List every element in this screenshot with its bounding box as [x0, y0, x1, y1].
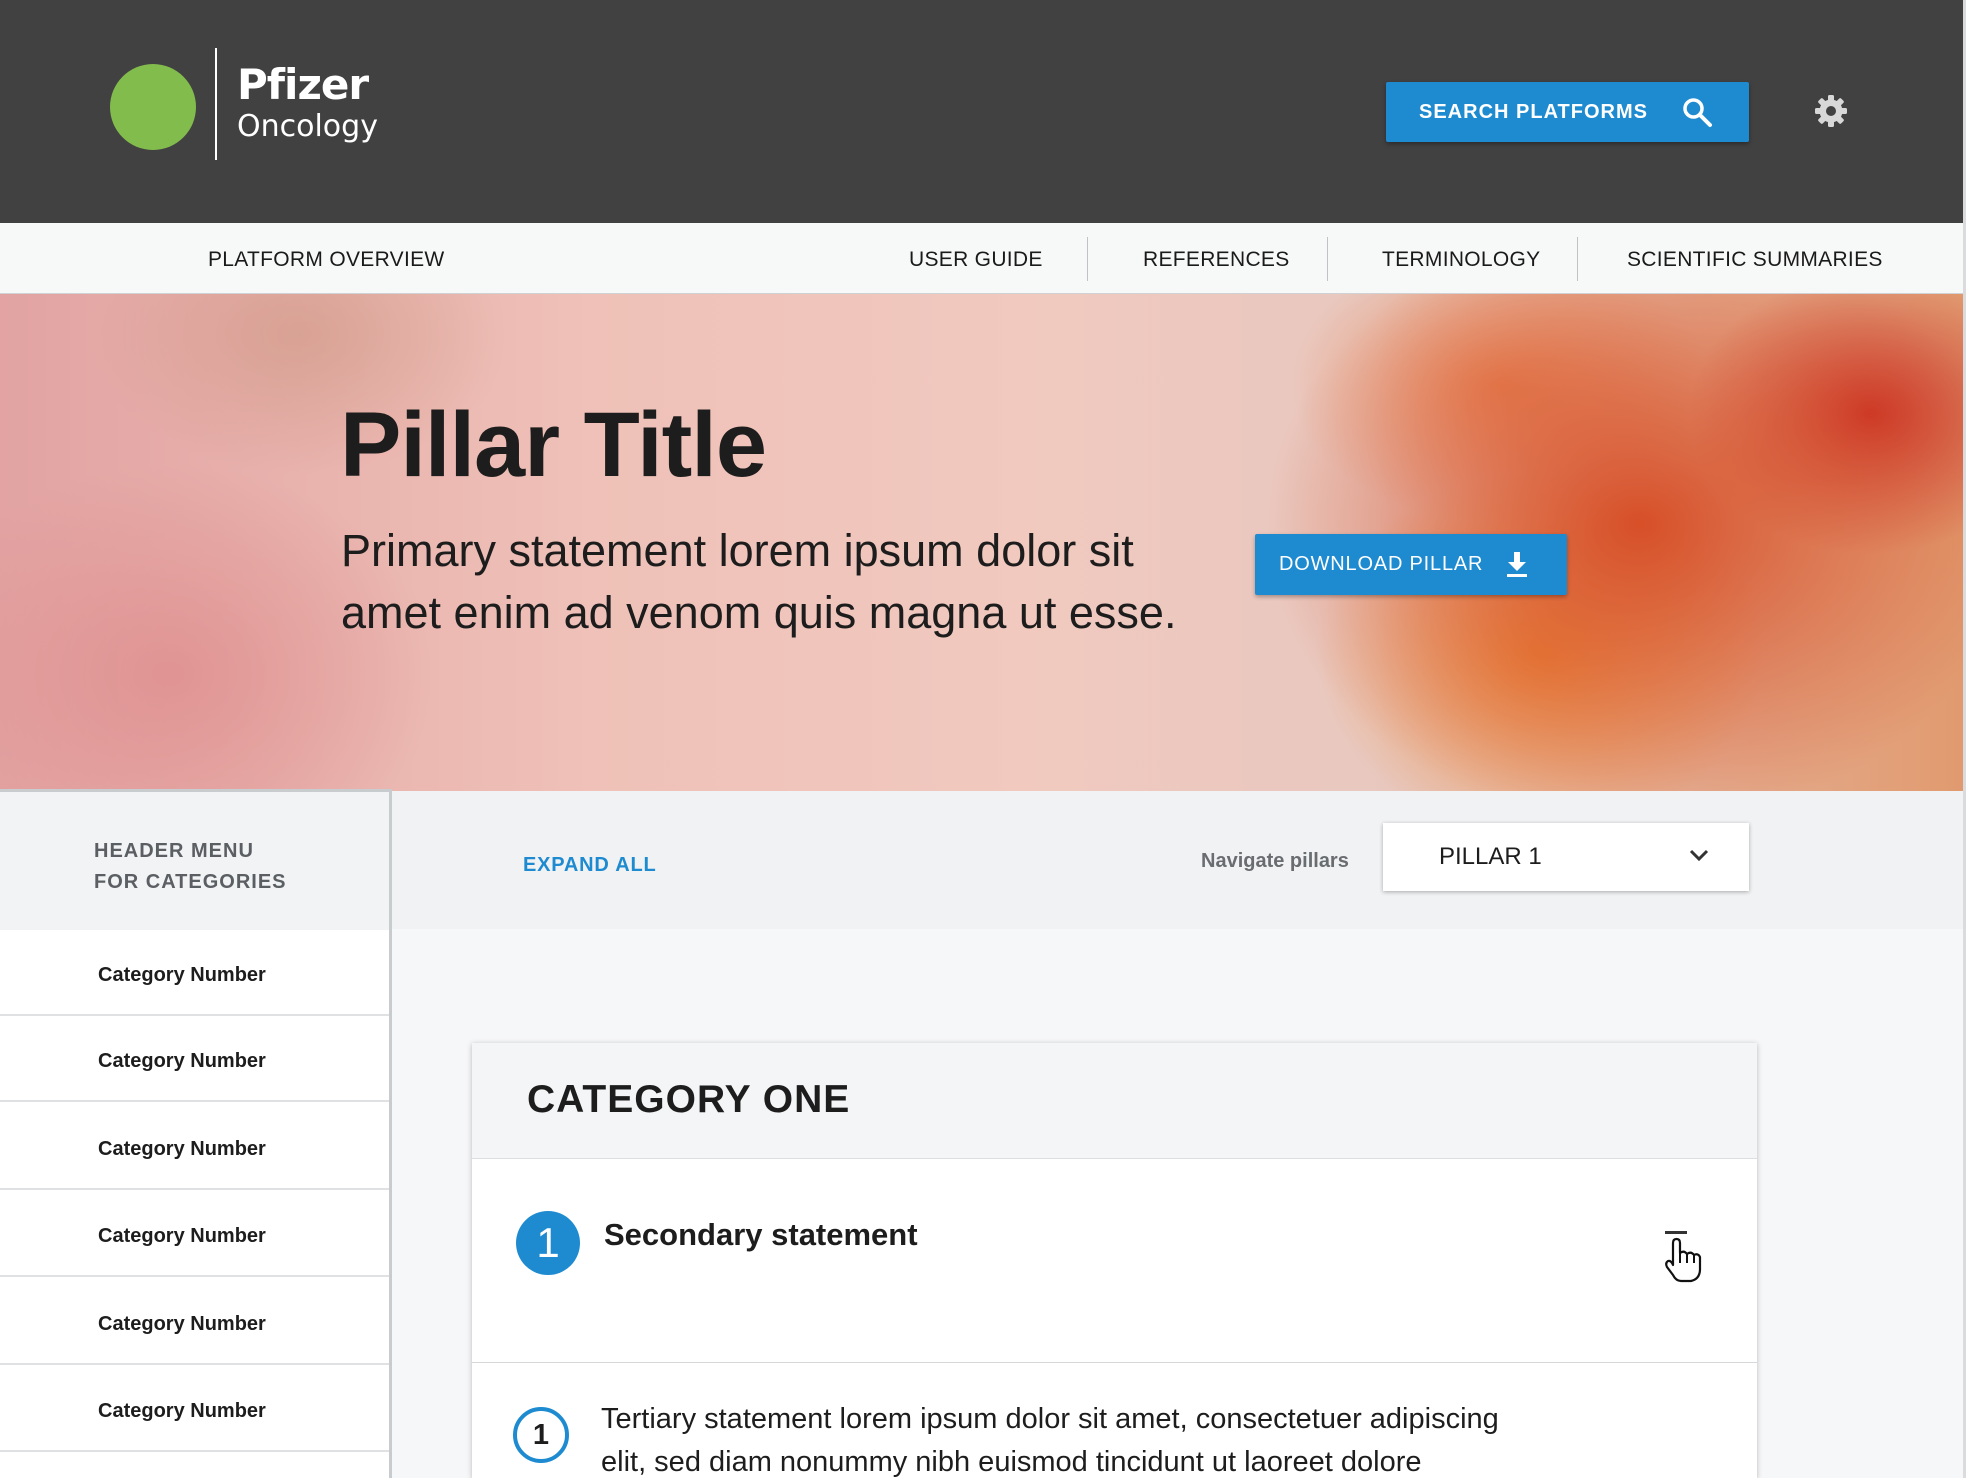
nav-divider: [1327, 237, 1328, 281]
search-platforms-button[interactable]: SEARCH PLATFORMS: [1386, 82, 1749, 142]
brand-logo-circle: [110, 64, 196, 150]
sidebar-header: HEADER MENU FOR CATEGORIES: [0, 792, 389, 930]
nav-divider: [1577, 237, 1578, 281]
nav-divider: [1087, 237, 1088, 281]
nav-user-guide[interactable]: USER GUIDE: [909, 223, 1043, 293]
pillar-hero-banner: Pillar Title Primary statement lorem ips…: [0, 294, 1963, 791]
download-icon: [1507, 552, 1527, 577]
sidebar-category-item[interactable]: Category Number: [0, 1191, 389, 1277]
nav-scientific-summaries[interactable]: SCIENTIFIC SUMMARIES: [1627, 223, 1883, 293]
nav-references[interactable]: REFERENCES: [1143, 223, 1290, 293]
pillar-select-value: PILLAR 1: [1439, 843, 1542, 870]
secondary-nav: PLATFORM OVERVIEW USER GUIDE REFERENCES …: [0, 223, 1963, 294]
expand-all-link[interactable]: EXPAND ALL: [523, 854, 657, 877]
content-toolbar: EXPAND ALL Navigate pillars PILLAR 1: [392, 791, 1963, 929]
category-sidebar: HEADER MENU FOR CATEGORIES Category Numb…: [0, 789, 392, 1478]
category-card-header: CATEGORY ONE: [472, 1043, 1757, 1159]
logo-divider: [215, 48, 217, 160]
category-title: CATEGORY ONE: [527, 1078, 851, 1121]
collapse-minus-icon[interactable]: [1657, 1229, 1717, 1287]
sidebar-category-item[interactable]: Category Number: [0, 1016, 389, 1102]
sidebar-category-item[interactable]: Category Number: [0, 1104, 389, 1190]
secondary-statement-row[interactable]: 1 Secondary statement: [472, 1159, 1757, 1363]
tertiary-statement-text: Tertiary statement lorem ipsum dolor sit…: [601, 1403, 1499, 1478]
navigate-pillars-label: Navigate pillars: [1201, 850, 1349, 872]
download-pillar-label: DOWNLOAD PILLAR: [1279, 553, 1484, 575]
sidebar-category-item[interactable]: Category Number: [0, 1366, 389, 1452]
brand-division: Oncology: [237, 109, 378, 144]
pillar-select-dropdown[interactable]: PILLAR 1: [1383, 823, 1749, 891]
sidebar-header-label: HEADER MENU FOR CATEGORIES: [94, 840, 287, 893]
brand-name: Pfizer: [237, 60, 369, 109]
gear-icon[interactable]: [1813, 93, 1849, 129]
download-pillar-button[interactable]: DOWNLOAD PILLAR: [1255, 534, 1567, 595]
nav-platform-overview[interactable]: PLATFORM OVERVIEW: [208, 223, 445, 293]
tertiary-statement-row: 1 Tertiary statement lorem ipsum dolor s…: [472, 1363, 1757, 1478]
sidebar-category-item[interactable]: Category Number: [0, 1279, 389, 1365]
category-card: CATEGORY ONE 1 Secondary statement 1 Ter…: [472, 1043, 1757, 1478]
primary-statement: Primary statement lorem ipsum dolor sit …: [341, 525, 1177, 638]
tertiary-number-badge: 1: [513, 1407, 569, 1463]
sidebar-category-item[interactable]: Category Number: [0, 930, 389, 1016]
search-icon: [1683, 98, 1712, 127]
nav-terminology[interactable]: TERMINOLOGY: [1382, 223, 1540, 293]
secondary-statement-text: Secondary statement: [604, 1217, 918, 1252]
secondary-number-badge: 1: [516, 1211, 580, 1275]
pillar-title: Pillar Title: [340, 394, 767, 496]
search-platforms-label: SEARCH PLATFORMS: [1419, 100, 1648, 123]
top-header: Pfizer Oncology SEARCH PLATFORMS: [0, 0, 1963, 223]
chevron-down-icon: [1689, 849, 1709, 862]
